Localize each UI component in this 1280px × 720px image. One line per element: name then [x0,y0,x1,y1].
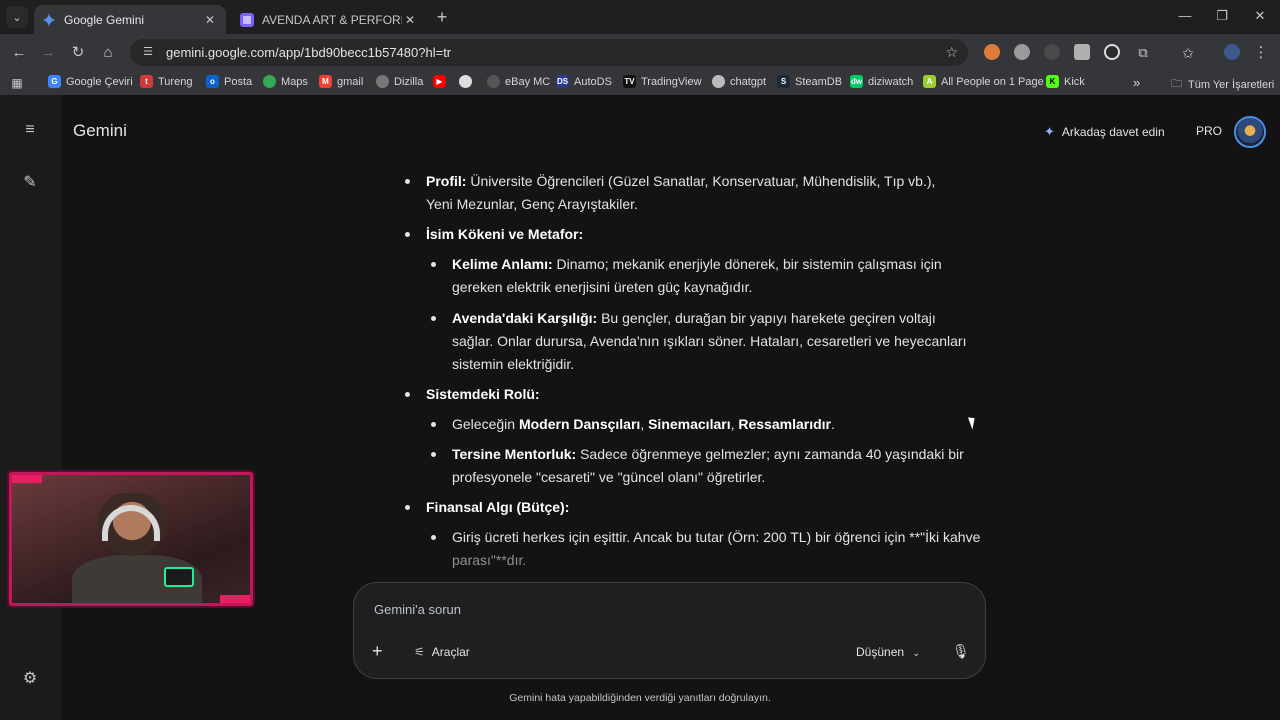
bookmark-diziwatch[interactable]: dw diziwatch [850,75,913,88]
pro-badge[interactable]: PRO [1196,124,1222,138]
diziwatch-icon: dw [850,75,863,88]
maps-pin-icon [263,75,276,88]
tab-title: AVENDA ART & PERFORMANCE [262,12,402,27]
bookmarks-bar: ▦ G Google Çeviri t Tureng o Posta Maps Mgm… [0,71,1280,95]
invite-friends-button[interactable]: ✦ Arkadaş davet edin [1044,124,1165,140]
tools-sliders-icon: ⚟ [414,645,425,659]
chevron-down-icon: ⌄ [912,648,921,659]
bookmark-chatgpt[interactable]: chatgpt [712,75,766,88]
back-icon[interactable]: ← [9,43,29,63]
bookmark-circle[interactable] [459,75,477,88]
bookmark-kick[interactable]: K Kick [1046,75,1085,88]
bookmark-youtube[interactable]: ▶ [433,75,451,88]
tools-button[interactable]: ⚟ Araçlar [414,645,470,659]
prompt-composer[interactable]: Gemini'a sorun + ⚟ Araçlar Düşünen ⌄ 🎙 [353,582,986,679]
outlook-icon: o [206,75,219,88]
avatar[interactable] [1234,116,1266,148]
extension-icon[interactable] [1104,44,1120,60]
bookmark-posta[interactable]: o Posta [206,75,252,88]
tab-title: Google Gemini [64,12,145,27]
close-tab-icon[interactable]: ✕ [402,13,418,27]
webcam-overlay [9,472,253,606]
bookmark-dizilla[interactable]: Dizilla [376,75,423,88]
kick-icon: K [1046,75,1059,88]
minimize-icon[interactable]: — [1175,8,1195,23]
folder-icon: 🗀 [1171,78,1182,90]
ebay-icon [487,75,500,88]
extension-icon[interactable] [1014,44,1030,60]
bookmark-all-people[interactable]: A All People on 1 Page [923,75,1044,88]
home-icon[interactable]: ⌂ [98,43,118,63]
url-text[interactable]: gemini.google.com/app/1bd90becc1b57480?h… [166,45,451,60]
brand-title[interactable]: Gemini [73,121,127,141]
tab-strip: ⌄ Google Gemini ✕ AVENDA ART & PERFORMAN… [0,0,1280,34]
forward-icon[interactable]: → [38,43,58,63]
bookmark-google-ceviri[interactable]: G Google Çeviri [48,75,133,88]
chatgpt-icon [712,75,725,88]
translate-icon: G [48,75,61,88]
bookmark-tradingview[interactable]: TV TradingView [623,75,702,88]
shield-icon[interactable] [1074,44,1090,60]
bookmark-steamdb[interactable]: S SteamDB [777,75,842,88]
settings-gear-icon[interactable]: ⚙ [19,668,41,690]
tab-avenda[interactable]: AVENDA ART & PERFORMANCE ✕ [232,5,426,34]
main-menu-icon[interactable]: ≡ [19,119,41,141]
reading-list-icon[interactable]: ✩ [1178,43,1198,63]
bookmark-tureng[interactable]: t Tureng [140,75,192,88]
gmail-icon: M [319,75,332,88]
bookmark-gmail[interactable]: Mgmail [319,75,363,88]
add-attachment-icon[interactable]: + [372,641,383,662]
gemini-spark-icon [42,12,56,27]
close-tab-icon[interactable]: ✕ [202,13,218,27]
extension-icon[interactable] [984,44,1000,60]
new-chat-icon[interactable]: ✎ [19,172,41,194]
youtube-icon: ▶ [433,75,446,88]
tab-search-icon[interactable]: ⌄ [6,6,28,28]
reload-icon[interactable]: ↻ [68,43,88,63]
frame-corner [12,475,42,483]
tab-google-gemini[interactable]: Google Gemini ✕ [34,5,226,34]
profile-icon[interactable] [1224,44,1240,60]
prompt-input[interactable]: Gemini'a sorun [374,602,461,617]
microphone-icon[interactable]: 🎙 [952,643,970,660]
model-mode-select[interactable]: Düşünen ⌄ [856,645,920,659]
frame-corner [220,595,250,603]
side-rail: ≡ ✎ ⚙ [0,95,62,720]
disclaimer-text: Gemini hata yapabildiğinden verdiği yanı… [509,692,771,704]
bookmark-autods[interactable]: DS AutoDS [556,75,612,88]
response-content: Profil: Üniversite Öğrencileri (Güzel Sa… [400,95,980,575]
spark-icon: ✦ [1044,124,1055,139]
browser-toolbar: ← → ↻ ⌂ ☰ gemini.google.com/app/1bd90bec… [0,34,1280,71]
stream-deck-icon [164,567,194,587]
maximize-icon[interactable]: ❐ [1212,8,1232,24]
more-bookmarks-icon[interactable]: » [1133,75,1140,90]
apps-grid-icon[interactable]: ▦ [7,73,27,93]
bookmark-maps[interactable]: Maps [263,75,308,88]
autods-icon: DS [556,75,569,88]
bookmark-ebay-mc[interactable]: eBay MC [487,75,550,88]
address-bar[interactable]: ☰ gemini.google.com/app/1bd90becc1b57480… [130,39,968,66]
bookmark-star-icon[interactable]: ☆ [945,44,958,61]
gemini-app: ≡ ✎ ⚙ Gemini ✦ Arkadaş davet edin PRO Pr… [0,95,1280,720]
avenda-icon [240,12,254,27]
puzzle-icon[interactable]: ⧉ [1133,43,1153,63]
site-info-icon[interactable]: ☰ [140,45,156,61]
openai-icon [459,75,472,88]
menu-icon[interactable]: ⋮ [1251,43,1271,63]
new-tab-button[interactable]: + [432,7,452,27]
tureng-icon: t [140,75,153,88]
steam-icon: S [777,75,790,88]
globe-icon [376,75,389,88]
all-people-icon: A [923,75,936,88]
tradingview-icon: TV [623,75,636,88]
extension-icon[interactable] [1044,44,1060,60]
close-window-icon[interactable]: ✕ [1250,8,1270,24]
all-bookmarks-folder[interactable]: 🗀 Tüm Yer İşaretleri [1171,75,1274,94]
